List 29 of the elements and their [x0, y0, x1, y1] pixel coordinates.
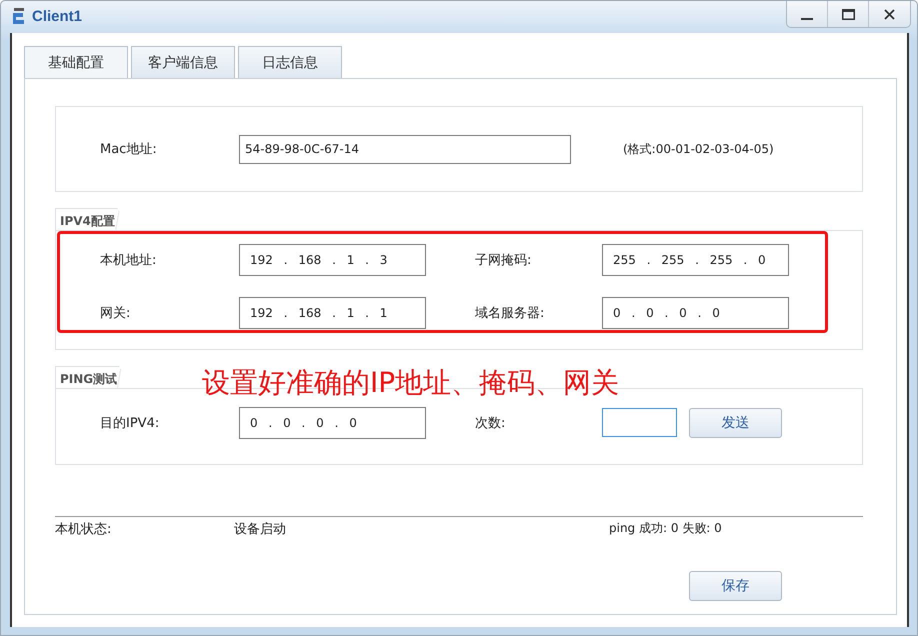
- tab[interactable]: 日志信息: [238, 46, 342, 78]
- field-label: 子网掩码:: [475, 252, 532, 269]
- field-label: 目的IPV4:: [100, 415, 160, 432]
- field-label: 网关:: [100, 305, 132, 322]
- window-title: Client1: [32, 8, 82, 25]
- field-label: Mac地址:: [100, 141, 158, 158]
- status-value: 设备启动: [234, 521, 287, 538]
- tab[interactable]: 客户端信息: [131, 46, 235, 78]
- annotation-text: 设置好准确的IP地址、掩码、网关: [202, 366, 620, 400]
- ip-field[interactable]: 192 . 168 . 1 . 3: [239, 244, 426, 276]
- ping-result: ping 成功: 0 失败: 0: [609, 520, 722, 537]
- minimize-icon: [801, 18, 813, 20]
- field-label: 次数:: [475, 415, 506, 432]
- mac-field[interactable]: 54-89-98-0C-67-14: [239, 134, 571, 164]
- ip-field[interactable]: 192 . 168 . 1 . 1: [239, 297, 426, 329]
- maximize-icon: [842, 8, 854, 20]
- count-field[interactable]: [602, 408, 677, 437]
- save-button[interactable]: 保存: [689, 571, 782, 601]
- close-icon: [884, 8, 895, 20]
- tab[interactable]: 基础配置: [24, 46, 128, 79]
- ip-field[interactable]: 0 . 0 . 0 . 0: [239, 407, 426, 439]
- status-label: 本机状态:: [55, 521, 112, 538]
- ip-field[interactable]: 0 . 0 . 0 . 0: [602, 297, 789, 329]
- ip-field[interactable]: 255 . 255 . 255 . 0: [602, 244, 789, 276]
- field-label: 本机地址:: [100, 252, 158, 269]
- send-button[interactable]: 发送: [689, 408, 782, 438]
- field-label: 域名服务器:: [475, 305, 546, 322]
- app-icon: [11, 8, 27, 26]
- format-hint: (格式:00-01-02-03-04-05): [623, 140, 774, 158]
